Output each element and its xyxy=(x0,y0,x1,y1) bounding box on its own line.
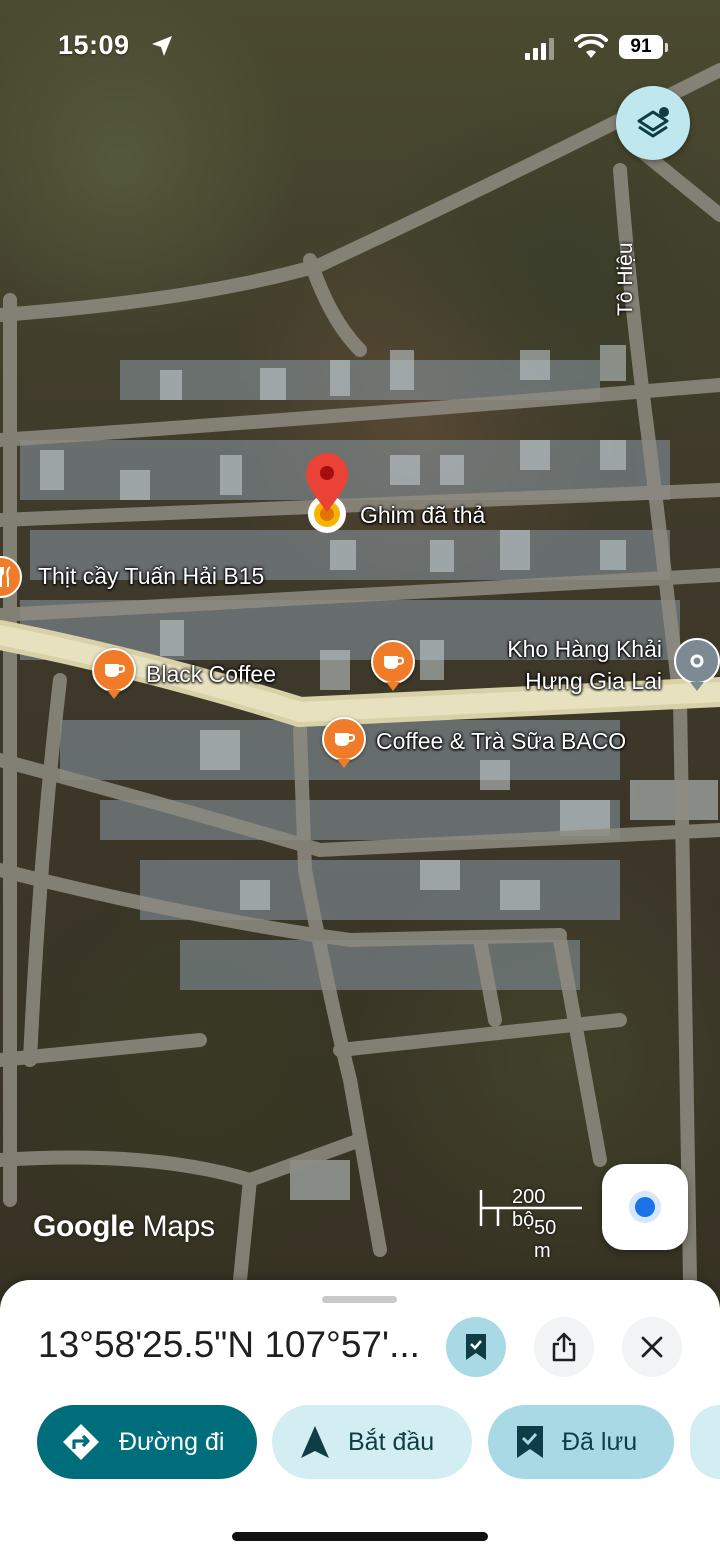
wifi-icon xyxy=(574,34,608,58)
battery-indicator: 91 xyxy=(619,35,668,59)
saved-label: Đã lưu xyxy=(562,1427,638,1456)
street-label-to-hieu: Tô Hiệu xyxy=(614,242,637,316)
place-label-baco[interactable]: Coffee & Trà Sữa BACO xyxy=(376,728,626,755)
share-button[interactable] xyxy=(534,1317,594,1377)
place-marker-kho-hang[interactable] xyxy=(674,638,720,691)
directions-icon xyxy=(63,1424,99,1460)
navigation-arrow-icon xyxy=(301,1426,329,1458)
coffee-icon xyxy=(105,664,125,677)
sheet-drag-handle[interactable] xyxy=(322,1296,397,1303)
coffee-icon xyxy=(384,656,404,669)
place-label-thit-cay[interactable]: Thịt cầy Tuấn Hải B15 xyxy=(38,563,264,590)
my-location-button[interactable] xyxy=(602,1164,688,1250)
start-label: Bắt đầu xyxy=(348,1427,435,1456)
location-arrow-icon xyxy=(152,36,172,56)
home-indicator[interactable] xyxy=(232,1532,488,1541)
map-layers-button[interactable] xyxy=(616,86,690,160)
coffee-marker-black-coffee[interactable] xyxy=(92,648,136,699)
bookmark-check-icon xyxy=(517,1426,543,1458)
place-label-kho-hang[interactable]: Kho Hàng Khải Hưng Gia Lai xyxy=(490,633,662,697)
saved-bookmark-button[interactable] xyxy=(446,1317,506,1377)
coffee-icon xyxy=(335,733,355,746)
start-navigation-button[interactable]: Bắt đầu xyxy=(272,1405,472,1479)
place-bottom-sheet[interactable]: 13°58'25.5"N 107°57'... Đường đi Bắt đầu… xyxy=(0,1280,720,1557)
google-maps-logo: Google Maps xyxy=(33,1210,215,1244)
action-chips: Đường đi Bắt đầu Đã lưu xyxy=(0,1405,720,1481)
cellular-signal-icon xyxy=(525,38,554,60)
logo-maps-text: Maps xyxy=(142,1210,215,1243)
close-button[interactable] xyxy=(622,1317,682,1377)
close-icon xyxy=(641,1336,663,1358)
bookmark-check-icon xyxy=(466,1334,486,1360)
place-icon xyxy=(690,654,704,668)
restaurant-icon xyxy=(0,566,11,587)
dropped-pin-label: Ghim đã thả xyxy=(360,502,486,528)
coordinates-title: 13°58'25.5"N 107°57'... xyxy=(38,1324,420,1365)
logo-google-text: Google xyxy=(33,1210,135,1243)
directions-button[interactable]: Đường đi xyxy=(37,1405,257,1479)
scale-metric: 50 m xyxy=(534,1217,557,1262)
more-actions-chip[interactable] xyxy=(690,1405,720,1479)
my-location-icon xyxy=(635,1197,655,1217)
saved-button[interactable]: Đã lưu xyxy=(488,1405,674,1479)
coffee-marker-unnamed[interactable] xyxy=(371,640,415,691)
coffee-marker-baco[interactable] xyxy=(322,717,366,768)
share-icon xyxy=(552,1332,576,1362)
directions-label: Đường đi xyxy=(119,1427,225,1456)
place-label-black-coffee[interactable]: Black Coffee xyxy=(146,661,276,688)
dropped-pin-icon[interactable] xyxy=(302,450,352,534)
layers-icon xyxy=(637,107,669,138)
status-time: 15:09 xyxy=(58,30,130,60)
